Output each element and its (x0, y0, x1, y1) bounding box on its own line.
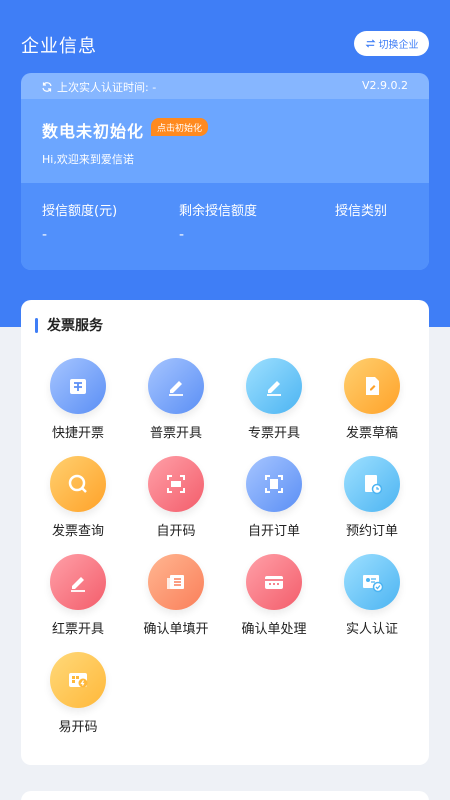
service-confirm-process[interactable]: 确认单处理 (229, 554, 319, 644)
remaining-credit-value: - (179, 227, 185, 243)
init-badge[interactable]: 点击初始化 (151, 118, 209, 136)
switch-company-button[interactable]: 切换企业 (354, 31, 429, 56)
section-title: 发票服务 (35, 316, 103, 334)
form-icon (148, 554, 204, 610)
credit-area: 授信额度(元) - 剩余授信额度 - 授信类别 (21, 183, 429, 270)
service-confirm-fill[interactable]: 确认单填开 (131, 554, 221, 644)
company-name: 数电未初始化 (42, 122, 145, 141)
service-label: 发票查询 (51, 524, 104, 539)
service-label: 普票开具 (149, 426, 202, 441)
service-label: 易开码 (58, 720, 98, 735)
app-version: V2.9.0.2 (361, 79, 408, 92)
auth-time-text: 上次实人认证时间: - (57, 81, 157, 94)
service-label: 快捷开票 (51, 426, 104, 441)
pen-icon (50, 554, 106, 610)
service-label: 专票开具 (247, 426, 300, 441)
quick-invoice-icon (50, 358, 106, 414)
service-special-invoice[interactable]: 专票开具 (229, 358, 319, 448)
credit-type-label: 授信类别 (335, 204, 388, 219)
credit-limit-label: 授信额度(元) (42, 204, 118, 219)
enterprise-info-card: 上次实人认证时间: - V2.9.0.2 数电未初始化 点击初始化 Hi,欢迎来… (21, 73, 429, 270)
auth-time-line: 上次实人认证时间: - (41, 79, 156, 95)
clock-doc-icon (344, 456, 400, 512)
draft-doc-icon (344, 358, 400, 414)
section-title-bar (35, 317, 38, 333)
page-title: 企业信息 (21, 36, 97, 57)
welcome-text: Hi,欢迎来到爱信诺 (42, 153, 134, 166)
service-normal-invoice[interactable]: 普票开具 (131, 358, 221, 448)
id-verify-icon (344, 554, 400, 610)
section-title-text: 发票服务 (47, 318, 103, 334)
service-label: 自开订单 (247, 524, 300, 539)
service-label: 自开码 (156, 524, 196, 539)
switch-company-label: 切换企业 (378, 40, 419, 51)
pen-icon (148, 358, 204, 414)
service-label: 实人认证 (345, 622, 398, 637)
info-card-header: 上次实人认证时间: - V2.9.0.2 (21, 73, 429, 99)
card-icon (246, 554, 302, 610)
scan-icon (148, 456, 204, 512)
switch-icon (365, 39, 375, 48)
service-label: 红票开具 (51, 622, 104, 637)
invoice-services-card: 发票服务 快捷开票 普票开具 专票开具 发票草稿 发票查询 自开码 自开订单 预… (21, 300, 429, 765)
service-booking-order[interactable]: 预约订单 (327, 456, 417, 546)
service-label: 确认单填开 (143, 622, 209, 637)
qr-bolt-icon (50, 652, 106, 708)
service-self-order[interactable]: 自开订单 (229, 456, 319, 546)
service-self-code[interactable]: 自开码 (131, 456, 221, 546)
service-easy-code[interactable]: 易开码 (33, 652, 123, 742)
remaining-credit-label: 剩余授信额度 (179, 204, 258, 219)
service-label: 发票草稿 (345, 426, 398, 441)
service-real-name-auth[interactable]: 实人认证 (327, 554, 417, 644)
credit-limit-value: - (42, 227, 48, 243)
next-section-card (21, 791, 429, 800)
search-icon (50, 456, 106, 512)
scan-doc-icon (246, 456, 302, 512)
service-label: 确认单处理 (241, 622, 307, 637)
service-invoice-draft[interactable]: 发票草稿 (327, 358, 417, 448)
service-quick-invoice[interactable]: 快捷开票 (33, 358, 123, 448)
refresh-icon[interactable] (41, 81, 53, 93)
pen-icon (246, 358, 302, 414)
service-invoice-query[interactable]: 发票查询 (33, 456, 123, 546)
service-red-invoice[interactable]: 红票开具 (33, 554, 123, 644)
service-label: 预约订单 (345, 524, 398, 539)
